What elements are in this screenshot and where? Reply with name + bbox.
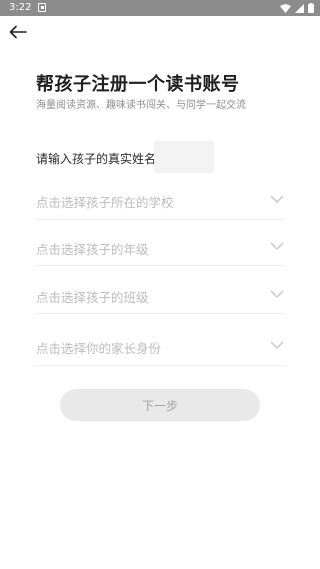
class-select[interactable]: 点击选择孩子的班级 <box>36 274 284 314</box>
chevron-down-icon <box>270 341 284 349</box>
status-time: 3:22 <box>9 2 32 13</box>
chevron-down-icon <box>270 195 284 203</box>
parent-identity-select[interactable]: 点击选择你的家长身份 <box>36 326 284 366</box>
chevron-down-icon <box>270 242 284 250</box>
battery-icon <box>308 3 314 13</box>
notification-icon <box>38 3 46 12</box>
chevron-down-icon <box>270 290 284 298</box>
grade-select-placeholder: 点击选择孩子的年级 <box>36 242 149 257</box>
signal-icon <box>295 3 304 13</box>
wifi-icon <box>280 3 291 13</box>
arrow-left-icon <box>9 25 27 39</box>
school-select[interactable]: 点击选择孩子所在的学校 <box>36 180 284 220</box>
back-button[interactable] <box>8 22 32 42</box>
status-icons <box>280 2 314 14</box>
next-button[interactable]: 下一步 <box>60 389 260 421</box>
page-title: 帮孩子注册一个读书账号 <box>36 74 240 95</box>
child-name-input[interactable] <box>154 141 214 173</box>
status-bar: 3:22 <box>0 0 320 16</box>
school-select-placeholder: 点击选择孩子所在的学校 <box>36 195 174 210</box>
class-select-placeholder: 点击选择孩子的班级 <box>36 290 149 305</box>
grade-select[interactable]: 点击选择孩子的年级 <box>36 226 284 266</box>
parent-identity-select-placeholder: 点击选择你的家长身份 <box>36 341 162 356</box>
page-subtitle: 海量阅读资源、趣味读书闯关、与同学一起交流 <box>36 100 246 111</box>
name-label: 请输入孩子的真实姓名 <box>36 152 157 166</box>
